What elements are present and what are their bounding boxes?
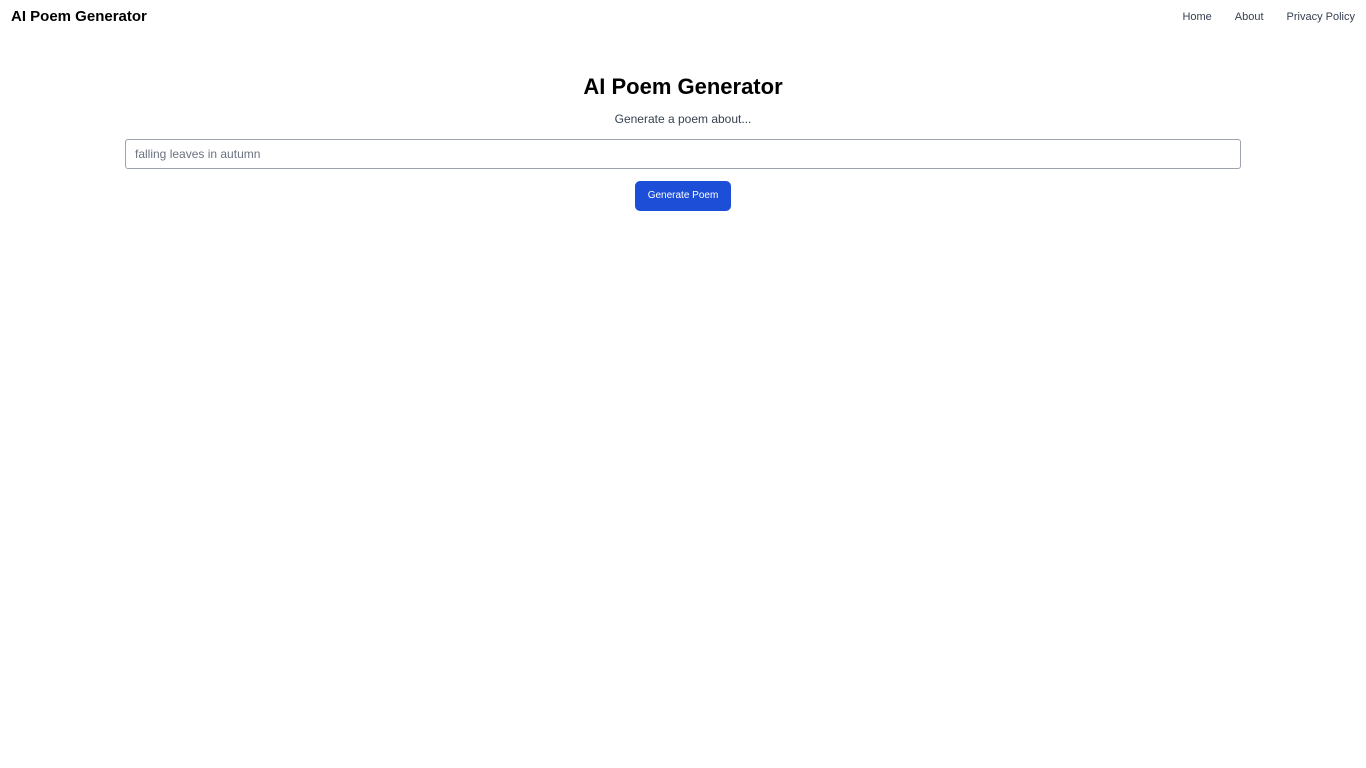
brand-logo-text[interactable]: AI Poem Generator [11,7,147,27]
page-title: AI Poem Generator [583,74,783,99]
nav-link-about[interactable]: About [1235,10,1264,24]
generate-poem-button[interactable]: Generate Poem [635,181,731,211]
page-subtitle: Generate a poem about... [614,112,752,126]
nav-link-privacy-policy[interactable]: Privacy Policy [1287,10,1355,24]
top-navigation-bar: AI Poem Generator Home About Privacy Pol… [0,0,1366,34]
main-nav: Home About Privacy Policy [1182,10,1355,24]
poem-topic-input[interactable] [125,139,1241,169]
page: AI Poem Generator Home About Privacy Pol… [0,0,1366,768]
nav-link-home[interactable]: Home [1182,10,1211,24]
